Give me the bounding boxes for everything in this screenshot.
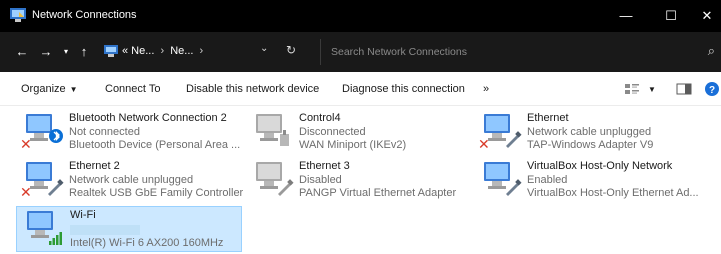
- address-bar-row: ← → ▾ ↑ « Ne... › Ne... › ⌄ ↻ Search Net…: [0, 32, 721, 72]
- connection-status: Disabled: [299, 173, 342, 186]
- search-placeholder: Search Network Connections: [331, 46, 467, 58]
- breadcrumb: « Ne... › Ne... ›: [122, 45, 206, 57]
- breadcrumb-item-1[interactable]: « Ne...: [122, 45, 154, 57]
- connection-status: Not connected: [69, 125, 140, 138]
- connection-status: Enabled: [527, 173, 568, 186]
- disable-device-button[interactable]: Disable this network device: [186, 83, 319, 95]
- connection-name: Control4: [299, 112, 341, 124]
- search-box[interactable]: Search Network Connections ⌕: [320, 39, 721, 65]
- connection-item-ethernet[interactable]: ✕ Ethernet Network cable unplugged TAP-W…: [474, 110, 700, 156]
- svg-text:?: ?: [709, 85, 715, 96]
- connection-name: Ethernet 3: [299, 160, 350, 172]
- more-commands-button[interactable]: »: [483, 83, 489, 95]
- search-icon[interactable]: ⌕: [708, 43, 715, 59]
- preview-pane-icon[interactable]: [676, 80, 692, 98]
- address-history-chevron-icon[interactable]: ⌄: [260, 43, 268, 54]
- network-connections-icon: [10, 8, 26, 22]
- connection-device: Bluetooth Device (Personal Area ...: [69, 139, 241, 152]
- change-view-icon[interactable]: [624, 80, 640, 98]
- breadcrumb-item-2[interactable]: Ne...: [170, 45, 193, 57]
- connection-name: Wi-Fi: [70, 209, 96, 221]
- ethernet-adapter-icon: [484, 162, 522, 196]
- connection-device: Realtek USB GbE Family Controller: [69, 187, 244, 200]
- connection-item-control4[interactable]: Control4 Disconnected WAN Miniport (IKEv…: [246, 110, 472, 156]
- organize-label: Organize: [21, 83, 66, 95]
- network-folder-icon: [104, 45, 118, 57]
- minimize-button[interactable]: —: [611, 4, 641, 28]
- connection-item-bluetooth-network-connection-2[interactable]: ✕ Bluetooth Network Connection 2 Not con…: [16, 110, 242, 156]
- connection-status: Network cable unplugged: [69, 173, 194, 186]
- vpn-adapter-icon: [256, 114, 289, 146]
- breadcrumb-separator: ›: [199, 45, 204, 57]
- disconnected-x-icon: ✕: [20, 184, 32, 200]
- connection-device: Intel(R) Wi-Fi 6 AX200 160MHz: [70, 237, 224, 250]
- recent-locations-chevron-icon[interactable]: ▾: [60, 43, 72, 61]
- ethernet-adapter-icon: [256, 162, 294, 196]
- connection-name: Ethernet: [527, 112, 569, 124]
- connection-status: Network cable unplugged: [527, 125, 652, 138]
- view-options-chevron-icon[interactable]: ▼: [648, 85, 656, 94]
- connection-device: TAP-Windows Adapter V9: [527, 139, 654, 152]
- connection-status: Disconnected: [299, 125, 366, 138]
- diagnose-connection-button[interactable]: Diagnose this connection: [342, 83, 465, 95]
- title-bar: Network Connections — ☐ ✕: [0, 0, 721, 32]
- connect-to-button[interactable]: Connect To: [105, 83, 160, 95]
- connection-device: VirtualBox Host-Only Ethernet Ad...: [527, 187, 699, 200]
- window-title: Network Connections: [32, 9, 137, 21]
- help-icon[interactable]: ?: [704, 80, 720, 98]
- wifi-adapter-icon: [27, 211, 62, 245]
- connection-item-wi-fi[interactable]: Wi-Fi Intel(R) Wi-Fi 6 AX200 160MHz: [16, 206, 242, 252]
- breadcrumb-separator: ›: [160, 45, 165, 57]
- connection-name: Bluetooth Network Connection 2: [69, 112, 227, 124]
- address-bar[interactable]: « Ne... › Ne... › ⌄ ↻: [98, 39, 310, 65]
- organize-menu-button[interactable]: Organize ▼: [21, 83, 78, 95]
- disconnected-x-icon: ✕: [478, 136, 490, 152]
- connection-item-virtualbox-host-only-network[interactable]: VirtualBox Host-Only Network Enabled Vir…: [474, 158, 700, 204]
- connection-name: Ethernet 2: [69, 160, 120, 172]
- close-button[interactable]: ✕: [692, 4, 721, 28]
- up-arrow-icon[interactable]: ↑: [76, 43, 92, 61]
- connection-item-ethernet-2[interactable]: ✕ Ethernet 2 Network cable unplugged Rea…: [16, 158, 244, 204]
- connection-name: VirtualBox Host-Only Network: [527, 160, 673, 172]
- connection-item-ethernet-3[interactable]: Ethernet 3 Disabled PANGP Virtual Ethern…: [246, 158, 472, 204]
- connection-status-redacted: [70, 223, 245, 238]
- disconnected-x-icon: ✕: [20, 136, 32, 152]
- connection-device: WAN Miniport (IKEv2): [299, 139, 407, 152]
- maximize-button[interactable]: ☐: [656, 4, 686, 28]
- forward-arrow-icon[interactable]: →: [38, 43, 54, 61]
- caret-down-icon: ▼: [69, 85, 78, 94]
- command-bar: Organize ▼ Connect To Disable this networ…: [0, 72, 721, 106]
- connections-view: ✕ Bluetooth Network Connection 2 Not con…: [0, 106, 721, 254]
- connection-device: PANGP Virtual Ethernet Adapter: [299, 187, 457, 200]
- back-arrow-icon[interactable]: ←: [14, 43, 30, 61]
- refresh-icon[interactable]: ↻: [286, 43, 296, 57]
- redacted-network-name: [70, 224, 140, 235]
